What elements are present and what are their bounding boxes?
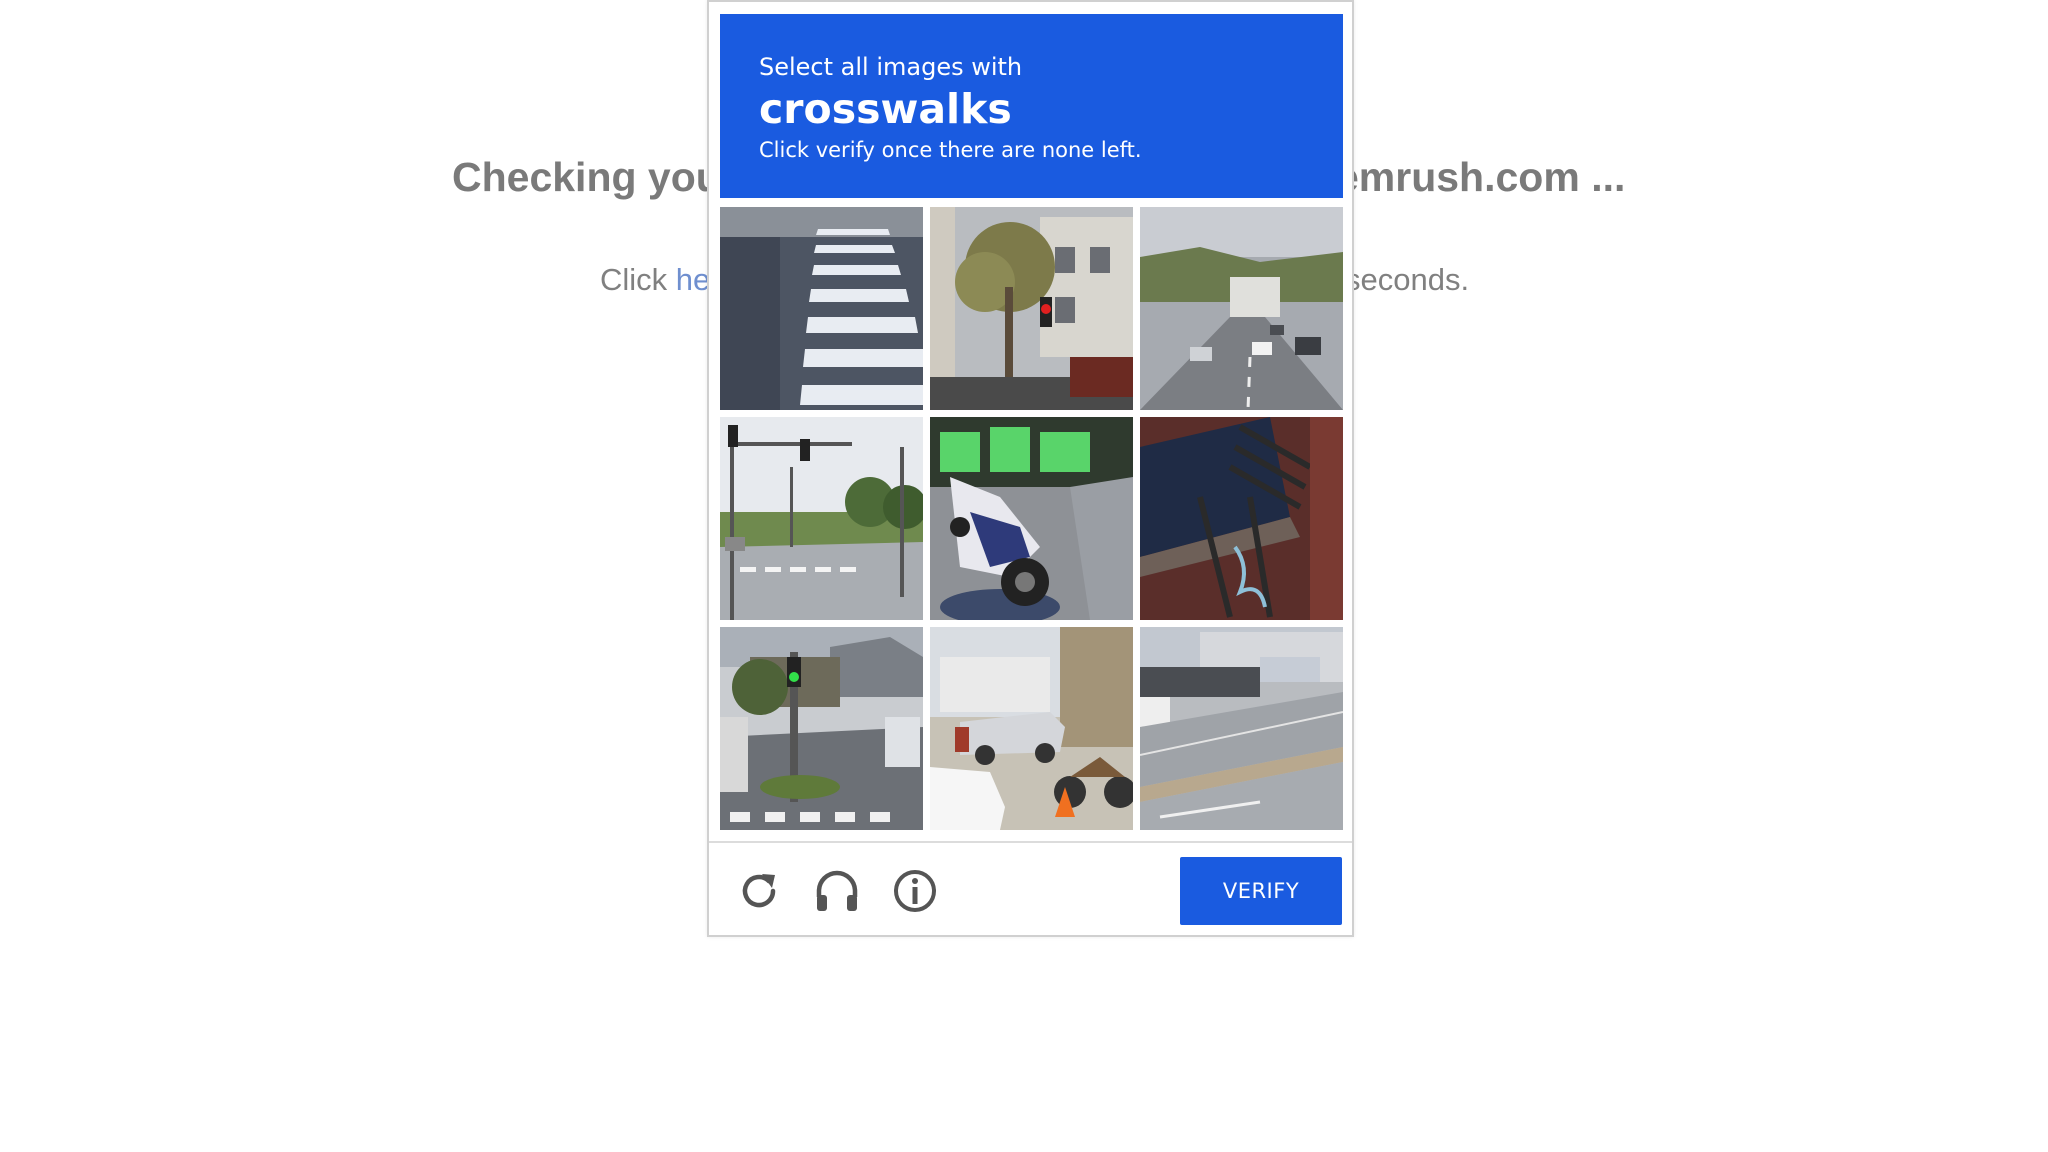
image-tile-3[interactable] xyxy=(1140,207,1343,410)
tile-2-image xyxy=(930,207,1133,410)
page-heading-right: emrush.com ... xyxy=(1336,154,1626,200)
tile-5-image xyxy=(930,417,1133,620)
captcha-footer: VERIFY xyxy=(709,841,1352,939)
image-tile-8[interactable] xyxy=(930,627,1133,830)
challenge-prompt: Select all images with crosswalks Click … xyxy=(720,14,1343,198)
image-tile-5[interactable] xyxy=(930,417,1133,620)
tile-7-image xyxy=(720,627,923,830)
image-tile-9[interactable] xyxy=(1140,627,1343,830)
tile-3-image xyxy=(1140,207,1343,410)
image-tile-4[interactable] xyxy=(720,417,923,620)
headphones-icon[interactable] xyxy=(813,867,861,915)
captcha-dialog: Select all images with crosswalks Click … xyxy=(707,0,1354,937)
image-grid xyxy=(720,207,1343,832)
verify-button[interactable]: VERIFY xyxy=(1180,857,1342,925)
page-subtext-left: Click xyxy=(600,262,676,297)
image-tile-2[interactable] xyxy=(930,207,1133,410)
image-tile-6[interactable] xyxy=(1140,417,1343,620)
reload-icon[interactable] xyxy=(735,867,783,915)
prompt-instruction: Select all images with xyxy=(759,53,1023,81)
image-tile-1[interactable] xyxy=(720,207,923,410)
here-link[interactable]: he xyxy=(676,262,710,297)
tile-8-image xyxy=(930,627,1133,830)
page-subtext-right: seconds. xyxy=(1345,262,1470,297)
prompt-keyword: crosswalks xyxy=(759,85,1012,133)
tile-4-image xyxy=(720,417,923,620)
prompt-hint: Click verify once there are none left. xyxy=(759,138,1142,162)
page: Checking you emrush.com ... Click he sec… xyxy=(0,0,2048,1152)
tile-9-image xyxy=(1140,627,1343,830)
info-icon[interactable] xyxy=(891,867,939,915)
image-tile-7[interactable] xyxy=(720,627,923,830)
tile-1-image xyxy=(720,207,923,410)
page-heading-left: Checking you xyxy=(452,154,721,200)
tile-6-image xyxy=(1140,417,1343,620)
